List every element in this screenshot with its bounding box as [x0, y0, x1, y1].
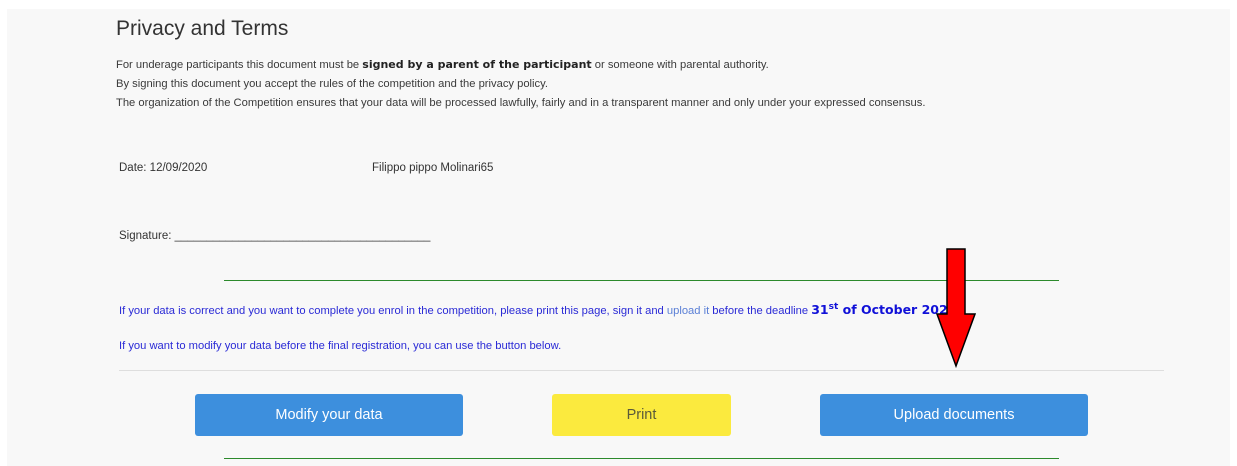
intro-line-1-start: For underage participants this document … [116, 59, 363, 71]
upload-link[interactable]: upload it [667, 305, 709, 317]
deadline-day: 31 [811, 302, 829, 318]
divider-top [224, 280, 1059, 281]
deadline-date: 31st of October 2020 [811, 302, 956, 317]
modify-note: If you want to modify your data before t… [119, 340, 562, 352]
upload-documents-button[interactable]: Upload documents [820, 394, 1088, 436]
divider-buttons [119, 370, 1164, 371]
intro-line-3: The organization of the Competition ensu… [116, 97, 926, 109]
intro-line-1-bold: signed by a parent of the participant [362, 58, 592, 71]
enrol-note: If your data is correct and you want to … [119, 302, 963, 317]
date-field: Date: 12/09/2020 [119, 162, 208, 174]
intro-text: For underage participants this document … [116, 55, 925, 113]
print-button[interactable]: Print [552, 394, 731, 436]
modify-data-button[interactable]: Modify your data [195, 394, 463, 436]
enrol-note-mid: before the deadline [709, 305, 812, 318]
divider-bottom [224, 458, 1059, 459]
deadline-suffix: st [828, 302, 839, 312]
participant-name: Filippo pippo Molinari65 [372, 162, 494, 174]
page-title: Privacy and Terms [116, 17, 289, 40]
intro-line-1-end: or someone with parental authority. [591, 59, 769, 71]
enrol-note-text: If your data is correct and you want to … [119, 305, 667, 318]
intro-line-1: For underage participants this document … [116, 55, 925, 75]
red-arrow-annotation-icon [936, 248, 976, 369]
signature-line: Signature: _____________________________… [119, 230, 431, 242]
intro-line-2: By signing this document you accept the … [116, 78, 548, 90]
